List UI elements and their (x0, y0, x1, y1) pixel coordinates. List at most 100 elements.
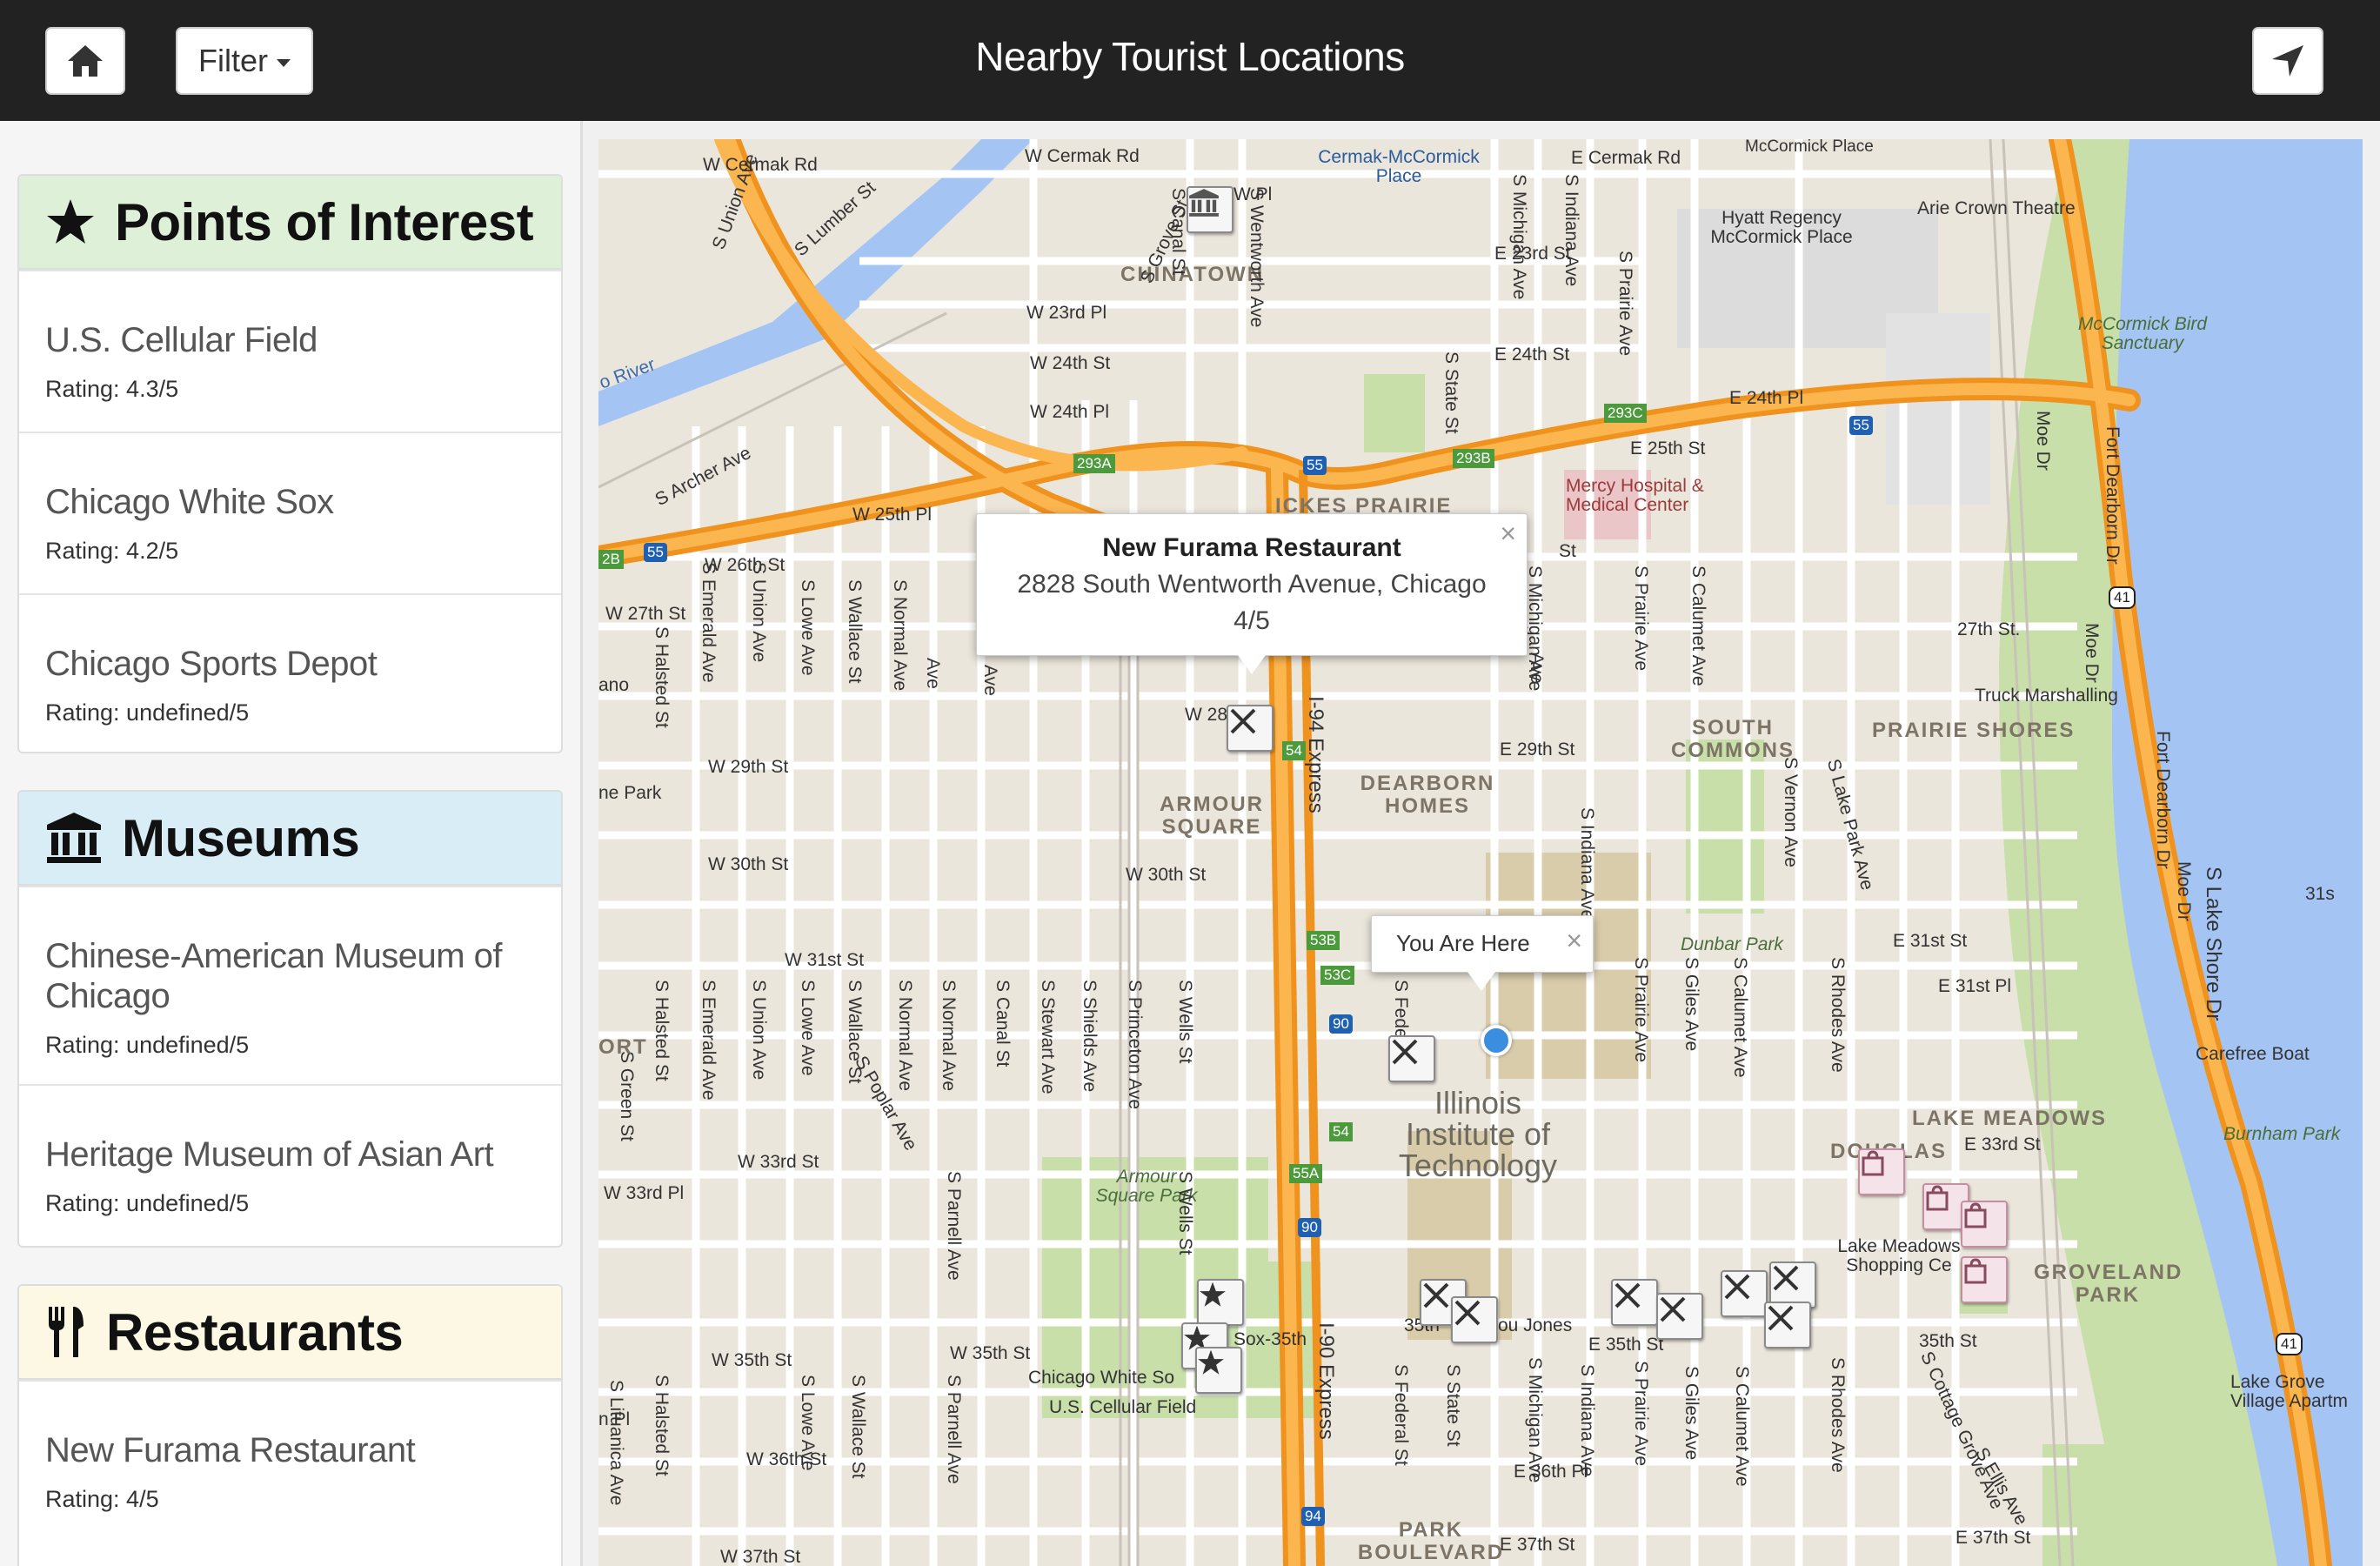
filter-label: Filter (198, 43, 268, 78)
poi-marker[interactable] (1195, 1347, 1242, 1394)
current-location-dot[interactable] (1481, 1025, 1512, 1056)
list-item[interactable]: Chicago White Sox Rating: 4.2/5 (19, 432, 561, 593)
item-name: Heritage Museum of Asian Art (45, 1135, 494, 1174)
filter-dropdown-button[interactable]: Filter (176, 27, 313, 95)
location-arrow-icon (2272, 45, 2303, 77)
shopping-marker[interactable] (1961, 1256, 2008, 1303)
map-label: S Lake Shore Dr (2202, 867, 2225, 1021)
restaurant-marker[interactable] (1227, 705, 1274, 752)
map-label: W 33rd St (738, 1152, 819, 1172)
list-item[interactable]: New Furama Restaurant Rating: 4/5 (19, 1380, 561, 1542)
map-label: E 24th St (1494, 345, 1570, 365)
caret-down-icon (277, 58, 291, 67)
map-label: W 23rd Pl (1026, 303, 1107, 323)
map-label: GROVELAND PARK (2034, 1261, 2183, 1307)
interstate-shield: 90 (1329, 1014, 1353, 1034)
map-label: I-90 Express (1314, 1322, 1338, 1440)
map-label: S Prairie Ave (1631, 566, 1651, 672)
locate-me-button[interactable] (2252, 27, 2323, 95)
map-label: S Prairie Ave (1615, 251, 1635, 357)
map-label: S Vernon Ave (1781, 757, 1801, 867)
map-label: W 30th St (708, 854, 789, 874)
map-label: S Lowe Ave (798, 579, 818, 676)
map-label: U.S. Cellular Field (1049, 1397, 1197, 1417)
us-route-shield: 41 (2276, 1333, 2303, 1355)
map-label: Fort Dearborn Dr (2153, 731, 2173, 869)
interstate-shield: 55 (1849, 416, 1873, 435)
list-item[interactable]: Chinese-American Museum of Chicago Ratin… (19, 886, 561, 1084)
restaurant-marker[interactable] (1656, 1293, 1703, 1340)
map-label: ou Jones (1498, 1315, 1573, 1335)
museum-marker[interactable] (1187, 186, 1233, 233)
shopping-marker[interactable] (1858, 1148, 1905, 1195)
interstate-shield: 55 (1303, 456, 1327, 475)
you-are-here-close-button[interactable]: × (1566, 927, 1582, 954)
shopping-bag-icon (1964, 1202, 1987, 1228)
item-name: Chinese-American Museum of Chicago (45, 937, 503, 1015)
map-label: S Indiana Ave (1577, 1364, 1597, 1477)
map-label: E 33rd St (1964, 1134, 2041, 1154)
map-label: W 25th Pl (852, 505, 933, 525)
page-title: Nearby Tourist Locations (975, 34, 1405, 79)
cutlery-icon (1660, 1296, 1686, 1322)
map-label: St (1559, 541, 1576, 561)
restaurant-marker[interactable] (1388, 1035, 1435, 1082)
interstate-shield: 55 (644, 543, 667, 562)
home-button[interactable] (45, 27, 125, 95)
shopping-marker[interactable] (1961, 1201, 2008, 1248)
map-label: S Rhodes Ave (1828, 1357, 1848, 1473)
info-window-close-button[interactable]: × (1500, 519, 1516, 547)
map-label: S Rhodes Ave (1828, 957, 1848, 1073)
map-label: S Wells St (1175, 1171, 1195, 1255)
map-label: S Normal Ave (890, 579, 910, 691)
poi-marker[interactable] (1197, 1279, 1244, 1326)
map-label: S Indiana Ave (1577, 807, 1597, 920)
restaurant-marker[interactable] (1764, 1302, 1811, 1348)
map-label: S Giles Ave (1681, 1366, 1701, 1461)
map-label: Cermak-McCormick Place (1318, 147, 1480, 186)
map-label: W Pl (1233, 184, 1273, 204)
map-label: S Prairie Ave (1631, 1361, 1651, 1467)
map-label: S Normal Ave (895, 980, 915, 1091)
shopping-bag-icon (1926, 1185, 1949, 1211)
item-name: Chicago Sports Depot (45, 645, 378, 683)
map-label: ne Park (598, 783, 662, 803)
map-label: S Stewart Ave (1038, 980, 1058, 1094)
restaurants-panel: Restaurants New Furama Restaurant Rating… (17, 1284, 563, 1566)
map-label: S Wallace St (845, 980, 865, 1084)
item-rating: Rating: 4.3/5 (45, 376, 179, 402)
map-canvas[interactable]: W Cermak Rd W Cermak Rd E Cermak Rd Cerm… (598, 139, 2363, 1566)
map-label: Burnham Park (2223, 1124, 2341, 1144)
cutlery-icon (1392, 1039, 1418, 1065)
map-label: Moe Dr (2033, 411, 2053, 471)
map-label: W 33rd Pl (604, 1183, 685, 1203)
map-label: Illinois Institute of Technology (1398, 1085, 1558, 1183)
map-label: S Halsted St (652, 626, 672, 728)
list-item[interactable]: U.S. Cellular Field Rating: 4.3/5 (19, 270, 561, 432)
restaurant-marker[interactable] (1611, 1279, 1658, 1326)
cutlery-icon (1724, 1274, 1750, 1300)
map-label: S Calumet Ave (1732, 1366, 1752, 1487)
list-item[interactable]: Chicago Sports Depot Rating: undefined/5 (19, 593, 561, 752)
map-label: W Cermak Rd (1025, 146, 1140, 166)
map-label: S State St (1443, 1364, 1463, 1447)
map-label: Dunbar Park (1681, 934, 1783, 954)
info-window-title: New Furama Restaurant (1102, 533, 1401, 562)
map-label: Fort Dearborn Dr (2103, 426, 2123, 565)
restaurant-marker[interactable] (1451, 1296, 1498, 1343)
map-label: E 37th St (1500, 1535, 1575, 1555)
map-label: S Wells St (1175, 980, 1195, 1064)
map-label: E 37th St (1955, 1528, 2031, 1548)
map-label: ARMOUR SQUARE (1160, 793, 1264, 839)
map-label: Lake Grove Village Apartm (2230, 1372, 2349, 1411)
map-label: W 37th St (720, 1547, 801, 1566)
you-are-here-info-window: × You Are Here (1371, 915, 1594, 991)
exit-badge: 293B (1453, 449, 1494, 468)
item-name: Chicago White Sox (45, 483, 334, 521)
restaurant-marker[interactable] (1721, 1270, 1768, 1317)
map-label: S Wallace St (845, 579, 865, 684)
list-item[interactable]: Heritage Museum of Asian Art Rating: und… (19, 1084, 561, 1246)
exit-badge: 2B (598, 550, 624, 569)
museums-panel: Museums Chinese-American Museum of Chica… (17, 790, 563, 1248)
map-label: S Green St (617, 1051, 637, 1141)
